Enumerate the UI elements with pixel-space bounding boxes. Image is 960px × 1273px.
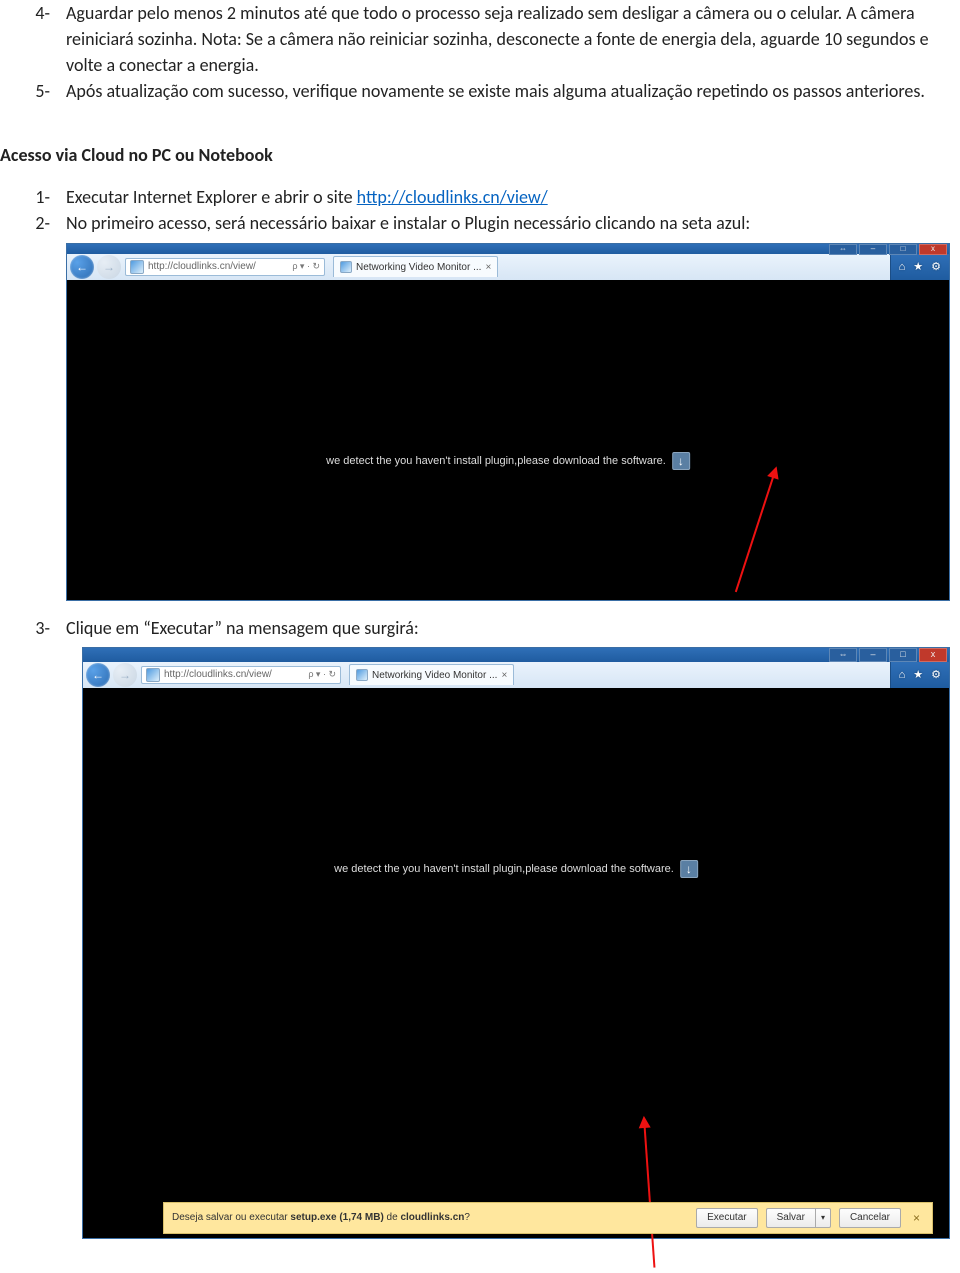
cloud-step-3: 3- Clique em “Executar” na mensagem que …: [0, 615, 950, 641]
browser-toolbar: ← → http://cloudlinks.cn/view/ ρ ▾ · ↻ N…: [83, 662, 949, 689]
webpage-body: we detect the you haven't install plugin…: [67, 280, 949, 600]
window-separate-icon[interactable]: ⇔: [829, 648, 857, 662]
tab-close-icon[interactable]: ×: [501, 670, 507, 681]
download-msg-prefix: Deseja salvar ou executar: [172, 1212, 290, 1223]
address-search-controls[interactable]: ρ ▾ · ↻: [292, 261, 320, 272]
window-titlebar: ⇔ – □ x: [83, 648, 949, 662]
step-text-prefix: Executar Internet Explorer e abrir o sit…: [66, 186, 357, 208]
annotation-arrow-icon: [735, 468, 777, 592]
address-bar[interactable]: http://cloudlinks.cn/view/ ρ ▾ · ↻: [125, 258, 325, 276]
tools-gear-icon[interactable]: ⚙: [931, 668, 941, 681]
download-message: Deseja salvar ou executar setup.exe (1,7…: [172, 1212, 688, 1223]
download-msg-mid: de: [384, 1212, 401, 1223]
execute-button[interactable]: Executar: [696, 1208, 757, 1228]
nav-back-button[interactable]: ←: [86, 663, 110, 687]
ie-favicon-icon: [130, 260, 144, 274]
annotation-arrow-icon: [643, 1118, 655, 1268]
step-text: Executar Internet Explorer e abrir o sit…: [66, 184, 950, 210]
webpage-body: we detect the you haven't install plugin…: [83, 688, 949, 1238]
plugin-message-text: we detect the you haven't install plugin…: [334, 863, 674, 875]
save-caret-icon[interactable]: ▾: [815, 1208, 831, 1228]
save-button[interactable]: Salvar: [766, 1208, 815, 1228]
browser-tab[interactable]: Networking Video Monitor ... ×: [333, 256, 498, 277]
save-split-button[interactable]: Salvar ▾: [766, 1208, 831, 1228]
cloud-step-1: 1- Executar Internet Explorer e abrir o …: [0, 184, 950, 210]
favorites-icon[interactable]: ★: [913, 260, 923, 273]
window-separate-icon[interactable]: ⇔: [829, 244, 857, 255]
browser-tab[interactable]: Networking Video Monitor ... ×: [349, 664, 514, 685]
download-host: cloudlinks.cn: [400, 1212, 464, 1223]
home-icon[interactable]: ⌂: [899, 669, 906, 681]
tab-title: Networking Video Monitor ...: [356, 262, 481, 273]
cloud-step-2: 2- No primeiro acesso, será necessário b…: [0, 210, 950, 236]
step-4: 4- Aguardar pelo menos 2 minutos até que…: [0, 0, 950, 78]
window-close-icon[interactable]: x: [919, 648, 947, 662]
download-plugin-button[interactable]: ↓: [680, 860, 698, 878]
tab-favicon-icon: [340, 261, 352, 273]
tools-gear-icon[interactable]: ⚙: [931, 260, 941, 273]
address-search-controls[interactable]: ρ ▾ · ↻: [308, 669, 336, 680]
nav-forward-button[interactable]: →: [113, 663, 137, 687]
step-text: Clique em “Executar” na mensagem que sur…: [66, 615, 950, 641]
nav-back-button[interactable]: ←: [70, 255, 94, 279]
step-5: 5- Após atualização com sucesso, verifiq…: [0, 78, 950, 104]
tab-close-icon[interactable]: ×: [485, 262, 491, 273]
browser-toolbar: ← → http://cloudlinks.cn/view/ ρ ▾ · ↻ N…: [67, 254, 949, 281]
address-url: http://cloudlinks.cn/view/: [148, 261, 288, 272]
browser-right-icons: ⌂ ★ ⚙: [890, 662, 949, 688]
tab-favicon-icon: [356, 669, 368, 681]
window-titlebar: ⇔ – □ x: [67, 244, 949, 254]
home-icon[interactable]: ⌂: [899, 261, 906, 273]
window-maximize-icon[interactable]: □: [889, 648, 917, 662]
favorites-icon[interactable]: ★: [913, 668, 923, 681]
step-number: 1-: [0, 184, 66, 210]
download-file-name: setup.exe (1,74 MB): [290, 1212, 383, 1223]
step-text: No primeiro acesso, será necessário baix…: [66, 210, 950, 236]
cancel-button[interactable]: Cancelar: [839, 1208, 901, 1228]
download-arrow-icon: ↓: [678, 454, 684, 468]
prior-steps-list: 4- Aguardar pelo menos 2 minutos até que…: [0, 0, 950, 104]
window-buttons: ⇔ – □ x: [829, 648, 947, 662]
step-text: Aguardar pelo menos 2 minutos até que to…: [66, 0, 950, 78]
window-minimize-icon[interactable]: –: [859, 244, 887, 255]
step-number: 4-: [0, 0, 66, 26]
download-plugin-button[interactable]: ↓: [672, 452, 690, 470]
window-buttons: ⇔ – □ x: [829, 244, 947, 255]
window-minimize-icon[interactable]: –: [859, 648, 887, 662]
screenshot-plugin-download: ⇔ – □ x ← → http://cloudlinks.cn/view/ ρ…: [66, 243, 950, 601]
tab-title: Networking Video Monitor ...: [372, 670, 497, 681]
step-number: 2-: [0, 210, 66, 236]
plugin-message-line: we detect the you haven't install plugin…: [334, 860, 698, 878]
download-arrow-icon: ↓: [686, 862, 692, 876]
step-text: Após atualização com sucesso, verifique …: [66, 78, 950, 104]
address-url: http://cloudlinks.cn/view/: [164, 669, 304, 680]
address-bar[interactable]: http://cloudlinks.cn/view/ ρ ▾ · ↻: [141, 666, 341, 684]
cloudlinks-link[interactable]: http://cloudlinks.cn/view/: [357, 186, 548, 208]
plugin-message-text: we detect the you haven't install plugin…: [326, 455, 666, 467]
ie-favicon-icon: [146, 668, 160, 682]
download-msg-q: ?: [464, 1212, 470, 1223]
nav-forward-button[interactable]: →: [97, 255, 121, 279]
cloud-steps-list: 1- Executar Internet Explorer e abrir o …: [0, 184, 950, 1238]
step-number: 5-: [0, 78, 66, 104]
download-notification-bar: Deseja salvar ou executar setup.exe (1,7…: [163, 1202, 933, 1234]
screenshot-execute-prompt: ⇔ – □ x ← → http://cloudlinks.cn/view/ ρ…: [82, 647, 950, 1239]
step-number: 3-: [0, 615, 66, 641]
plugin-message-line: we detect the you haven't install plugin…: [326, 452, 690, 470]
window-maximize-icon[interactable]: □: [889, 244, 917, 255]
section-heading: Acesso via Cloud no PC ou Notebook: [0, 144, 950, 166]
notification-close-icon[interactable]: ×: [909, 1211, 924, 1225]
browser-right-icons: ⌂ ★ ⚙: [890, 254, 949, 280]
window-close-icon[interactable]: x: [919, 244, 947, 255]
